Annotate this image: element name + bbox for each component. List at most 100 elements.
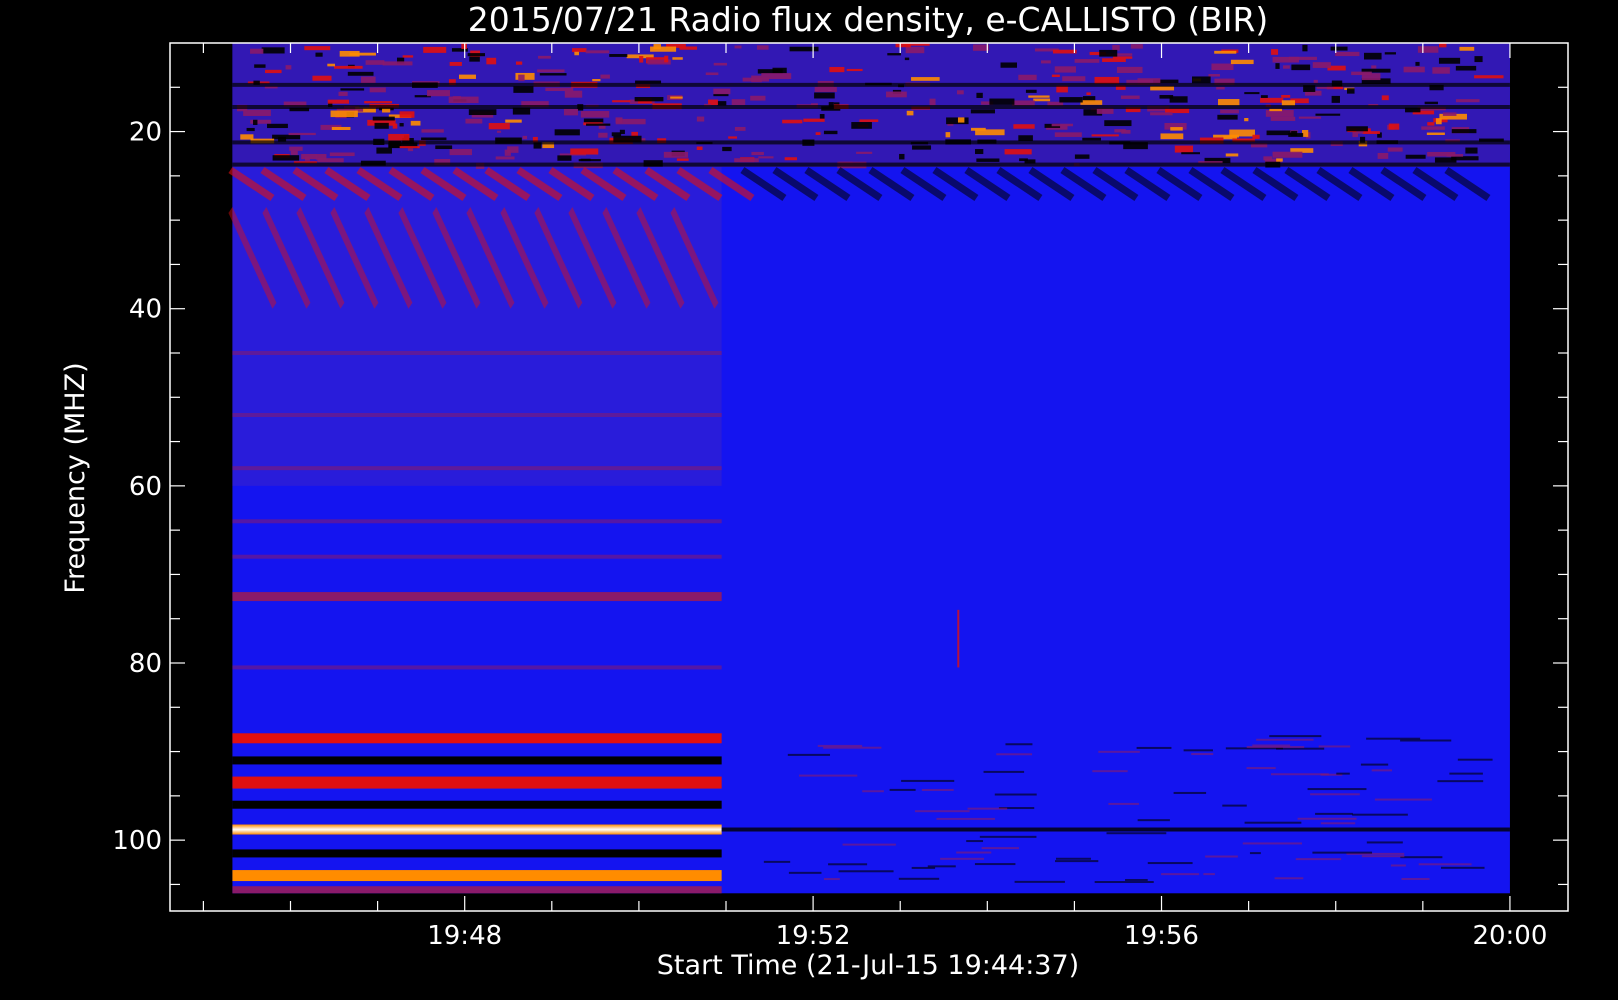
- interference-blip: [859, 119, 879, 122]
- interference-blip: [570, 148, 599, 155]
- interference-blip: [469, 56, 480, 62]
- lower-texture: [1244, 821, 1302, 824]
- interference-blip: [1052, 49, 1077, 54]
- interference-blip: [265, 69, 282, 74]
- interference-blip: [1415, 61, 1420, 66]
- interference-blip: [1403, 66, 1425, 73]
- lower-texture: [823, 746, 882, 749]
- lower-texture: [1307, 788, 1367, 791]
- interference-blip: [1099, 49, 1118, 57]
- interference-blip: [1371, 65, 1377, 69]
- interference-blip: [1427, 151, 1456, 157]
- interference-blip: [1059, 97, 1083, 103]
- lower-texture: [828, 863, 868, 866]
- interference-blip: [823, 130, 838, 135]
- interference-blip: [1121, 129, 1131, 134]
- lower-texture: [1360, 763, 1389, 766]
- lower-texture: [1352, 813, 1408, 816]
- lower-texture: [1092, 770, 1128, 773]
- interference-blip: [448, 96, 479, 104]
- dark-stripe: [232, 82, 1510, 87]
- interference-blip: [290, 150, 298, 155]
- lower-texture: [914, 810, 970, 813]
- interference-blip: [1074, 154, 1090, 159]
- interference-blip: [585, 50, 610, 54]
- interference-blip: [327, 63, 336, 67]
- interference-blip: [1275, 63, 1280, 69]
- interference-blip: [906, 110, 914, 116]
- interference-blip: [1208, 74, 1220, 77]
- interference-blip: [670, 96, 683, 99]
- interference-blip: [1298, 116, 1322, 119]
- interference-blip: [1346, 126, 1368, 132]
- interference-blip: [504, 149, 511, 156]
- interference-blip: [989, 98, 1015, 105]
- interference-blip: [1218, 99, 1240, 106]
- lower-texture: [1437, 780, 1484, 783]
- interference-blip: [557, 155, 572, 161]
- interference-blip: [886, 91, 907, 98]
- lower-texture: [1274, 877, 1304, 880]
- interference-blip: [538, 55, 551, 59]
- interference-blip: [1377, 152, 1389, 159]
- interference-blip: [267, 123, 288, 129]
- interference-blip: [331, 126, 351, 131]
- lower-texture: [1295, 858, 1342, 861]
- interference-blip: [758, 156, 774, 159]
- interference-blip: [899, 153, 905, 160]
- interference-blip: [856, 151, 873, 154]
- interference-blip: [1094, 76, 1120, 84]
- interference-blip: [304, 46, 331, 51]
- y-tick-label: 40: [129, 295, 162, 325]
- interference-blip: [338, 91, 348, 96]
- interference-blip: [399, 111, 415, 118]
- lower-texture: [1269, 735, 1322, 738]
- interference-blip: [895, 43, 911, 48]
- lower-texture: [788, 871, 822, 874]
- emission-line: [232, 733, 722, 744]
- interference-blip: [609, 54, 628, 57]
- interference-blip: [1217, 114, 1238, 120]
- interference-blip: [1028, 95, 1050, 98]
- interference-blip: [728, 136, 738, 139]
- interference-blip: [887, 53, 901, 56]
- interference-blip: [1191, 76, 1211, 84]
- interference-blip: [312, 75, 332, 81]
- faint-band: [232, 351, 722, 355]
- interference-blip: [515, 61, 523, 65]
- interference-blip: [1091, 134, 1119, 137]
- interference-blip: [360, 76, 376, 83]
- interference-blip: [815, 132, 821, 135]
- interference-blip: [1112, 45, 1120, 51]
- interference-blip: [1474, 75, 1504, 79]
- interference-blip: [717, 101, 727, 106]
- interference-blip: [653, 44, 661, 50]
- interference-blip: [1252, 134, 1260, 139]
- interference-blip: [713, 88, 731, 95]
- lower-texture: [1249, 852, 1261, 855]
- interference-blip: [327, 99, 350, 104]
- lower-texture: [921, 788, 954, 791]
- interference-blip: [1424, 101, 1438, 105]
- interference-blip: [905, 46, 925, 54]
- interference-blip: [488, 123, 510, 130]
- dark-separator: [232, 756, 722, 765]
- interference-blip: [912, 145, 932, 150]
- lower-texture: [1318, 745, 1351, 748]
- interference-blip: [1313, 79, 1318, 84]
- lower-texture: [996, 753, 1033, 756]
- interference-blip: [846, 68, 863, 72]
- interference-blip: [696, 116, 705, 122]
- spectrogram-figure: 2015/07/21 Radio flux density, e-CALLIST…: [0, 0, 1618, 1000]
- interference-blip: [1427, 122, 1435, 126]
- interference-blip: [1025, 89, 1037, 93]
- interference-blip: [672, 57, 683, 60]
- interference-blip: [1451, 129, 1477, 134]
- interference-blip: [713, 62, 728, 66]
- interference-blip: [1346, 88, 1355, 94]
- interference-blip: [465, 118, 483, 124]
- y-tick-label: 60: [129, 472, 162, 502]
- lower-texture: [1401, 877, 1430, 880]
- emission-line: [232, 776, 722, 789]
- interference-blip: [1040, 60, 1051, 64]
